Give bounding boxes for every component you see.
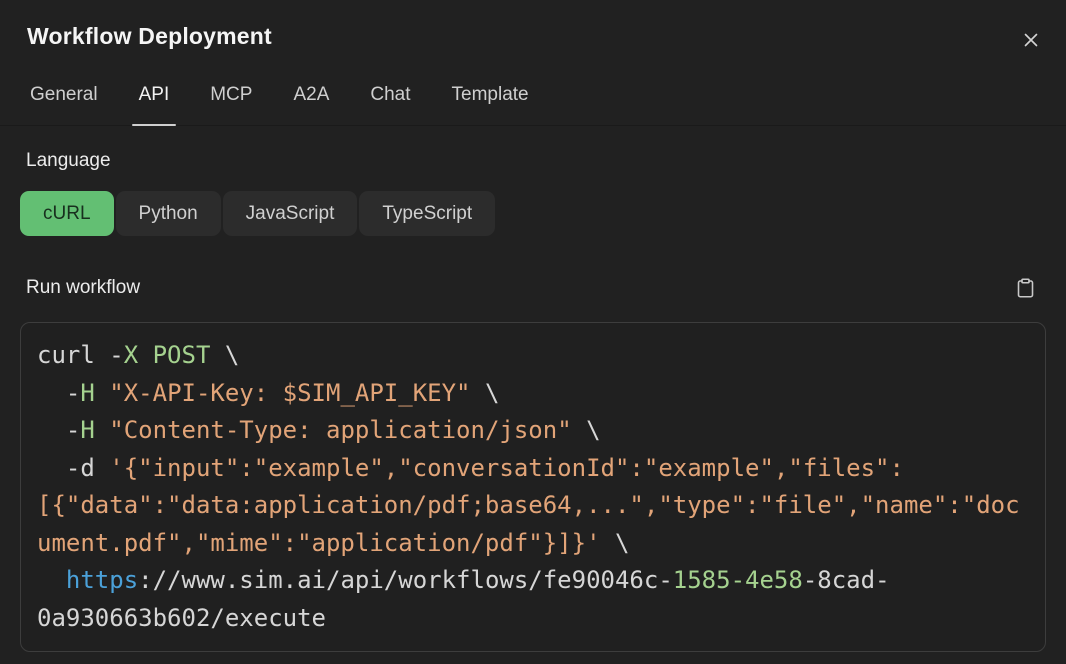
close-button[interactable] <box>1018 27 1044 53</box>
code-line: 0a930663b602/execute <box>37 600 1029 638</box>
code-line: -d '{"input":"example","conversationId":… <box>37 450 1029 488</box>
code-line: https://www.sim.ai/api/workflows/fe90046… <box>37 562 1029 600</box>
code-line: -H "X-API-Key: $SIM_API_KEY" \ <box>37 375 1029 413</box>
language-switcher: cURLPythonJavaScriptTypeScript <box>20 191 1046 236</box>
code-block: curl -X POST \ -H "X-API-Key: $SIM_API_K… <box>20 322 1046 652</box>
modal-header: Workflow Deployment <box>0 0 1066 53</box>
tab-bar: General API MCP A2A Chat Template <box>0 53 1066 126</box>
tab-mcp[interactable]: MCP <box>210 84 252 125</box>
workflow-deployment-modal: Workflow Deployment General API MCP A2A Chat… <box>0 0 1066 664</box>
code-line: ument.pdf","mime":"application/pdf"}]}' … <box>37 525 1029 563</box>
language-option-javascript[interactable]: JavaScript <box>223 191 358 236</box>
code-line: [{"data":"data:application/pdf;base64,..… <box>37 487 1029 525</box>
code-line: -H "Content-Type: application/json" \ <box>37 412 1029 450</box>
copy-button[interactable] <box>1013 275 1038 301</box>
language-option-python[interactable]: Python <box>116 191 221 236</box>
tab-general[interactable]: General <box>30 84 98 125</box>
language-option-curl[interactable]: cURL <box>20 191 114 236</box>
run-workflow-label: Run workflow <box>20 277 140 299</box>
tab-api[interactable]: API <box>139 84 170 125</box>
run-workflow-row: Run workflow <box>20 275 1046 301</box>
page-title: Workflow Deployment <box>27 23 272 50</box>
language-option-typescript[interactable]: TypeScript <box>359 191 495 236</box>
tab-template[interactable]: Template <box>452 84 529 125</box>
code-line: curl -X POST \ <box>37 337 1029 375</box>
language-label: Language <box>20 150 1046 172</box>
tab-chat[interactable]: Chat <box>370 84 410 125</box>
close-icon <box>1020 29 1042 51</box>
tab-a2a[interactable]: A2A <box>293 84 329 125</box>
clipboard-icon <box>1015 277 1036 299</box>
modal-content: Language cURLPythonJavaScriptTypeScript … <box>0 126 1066 664</box>
